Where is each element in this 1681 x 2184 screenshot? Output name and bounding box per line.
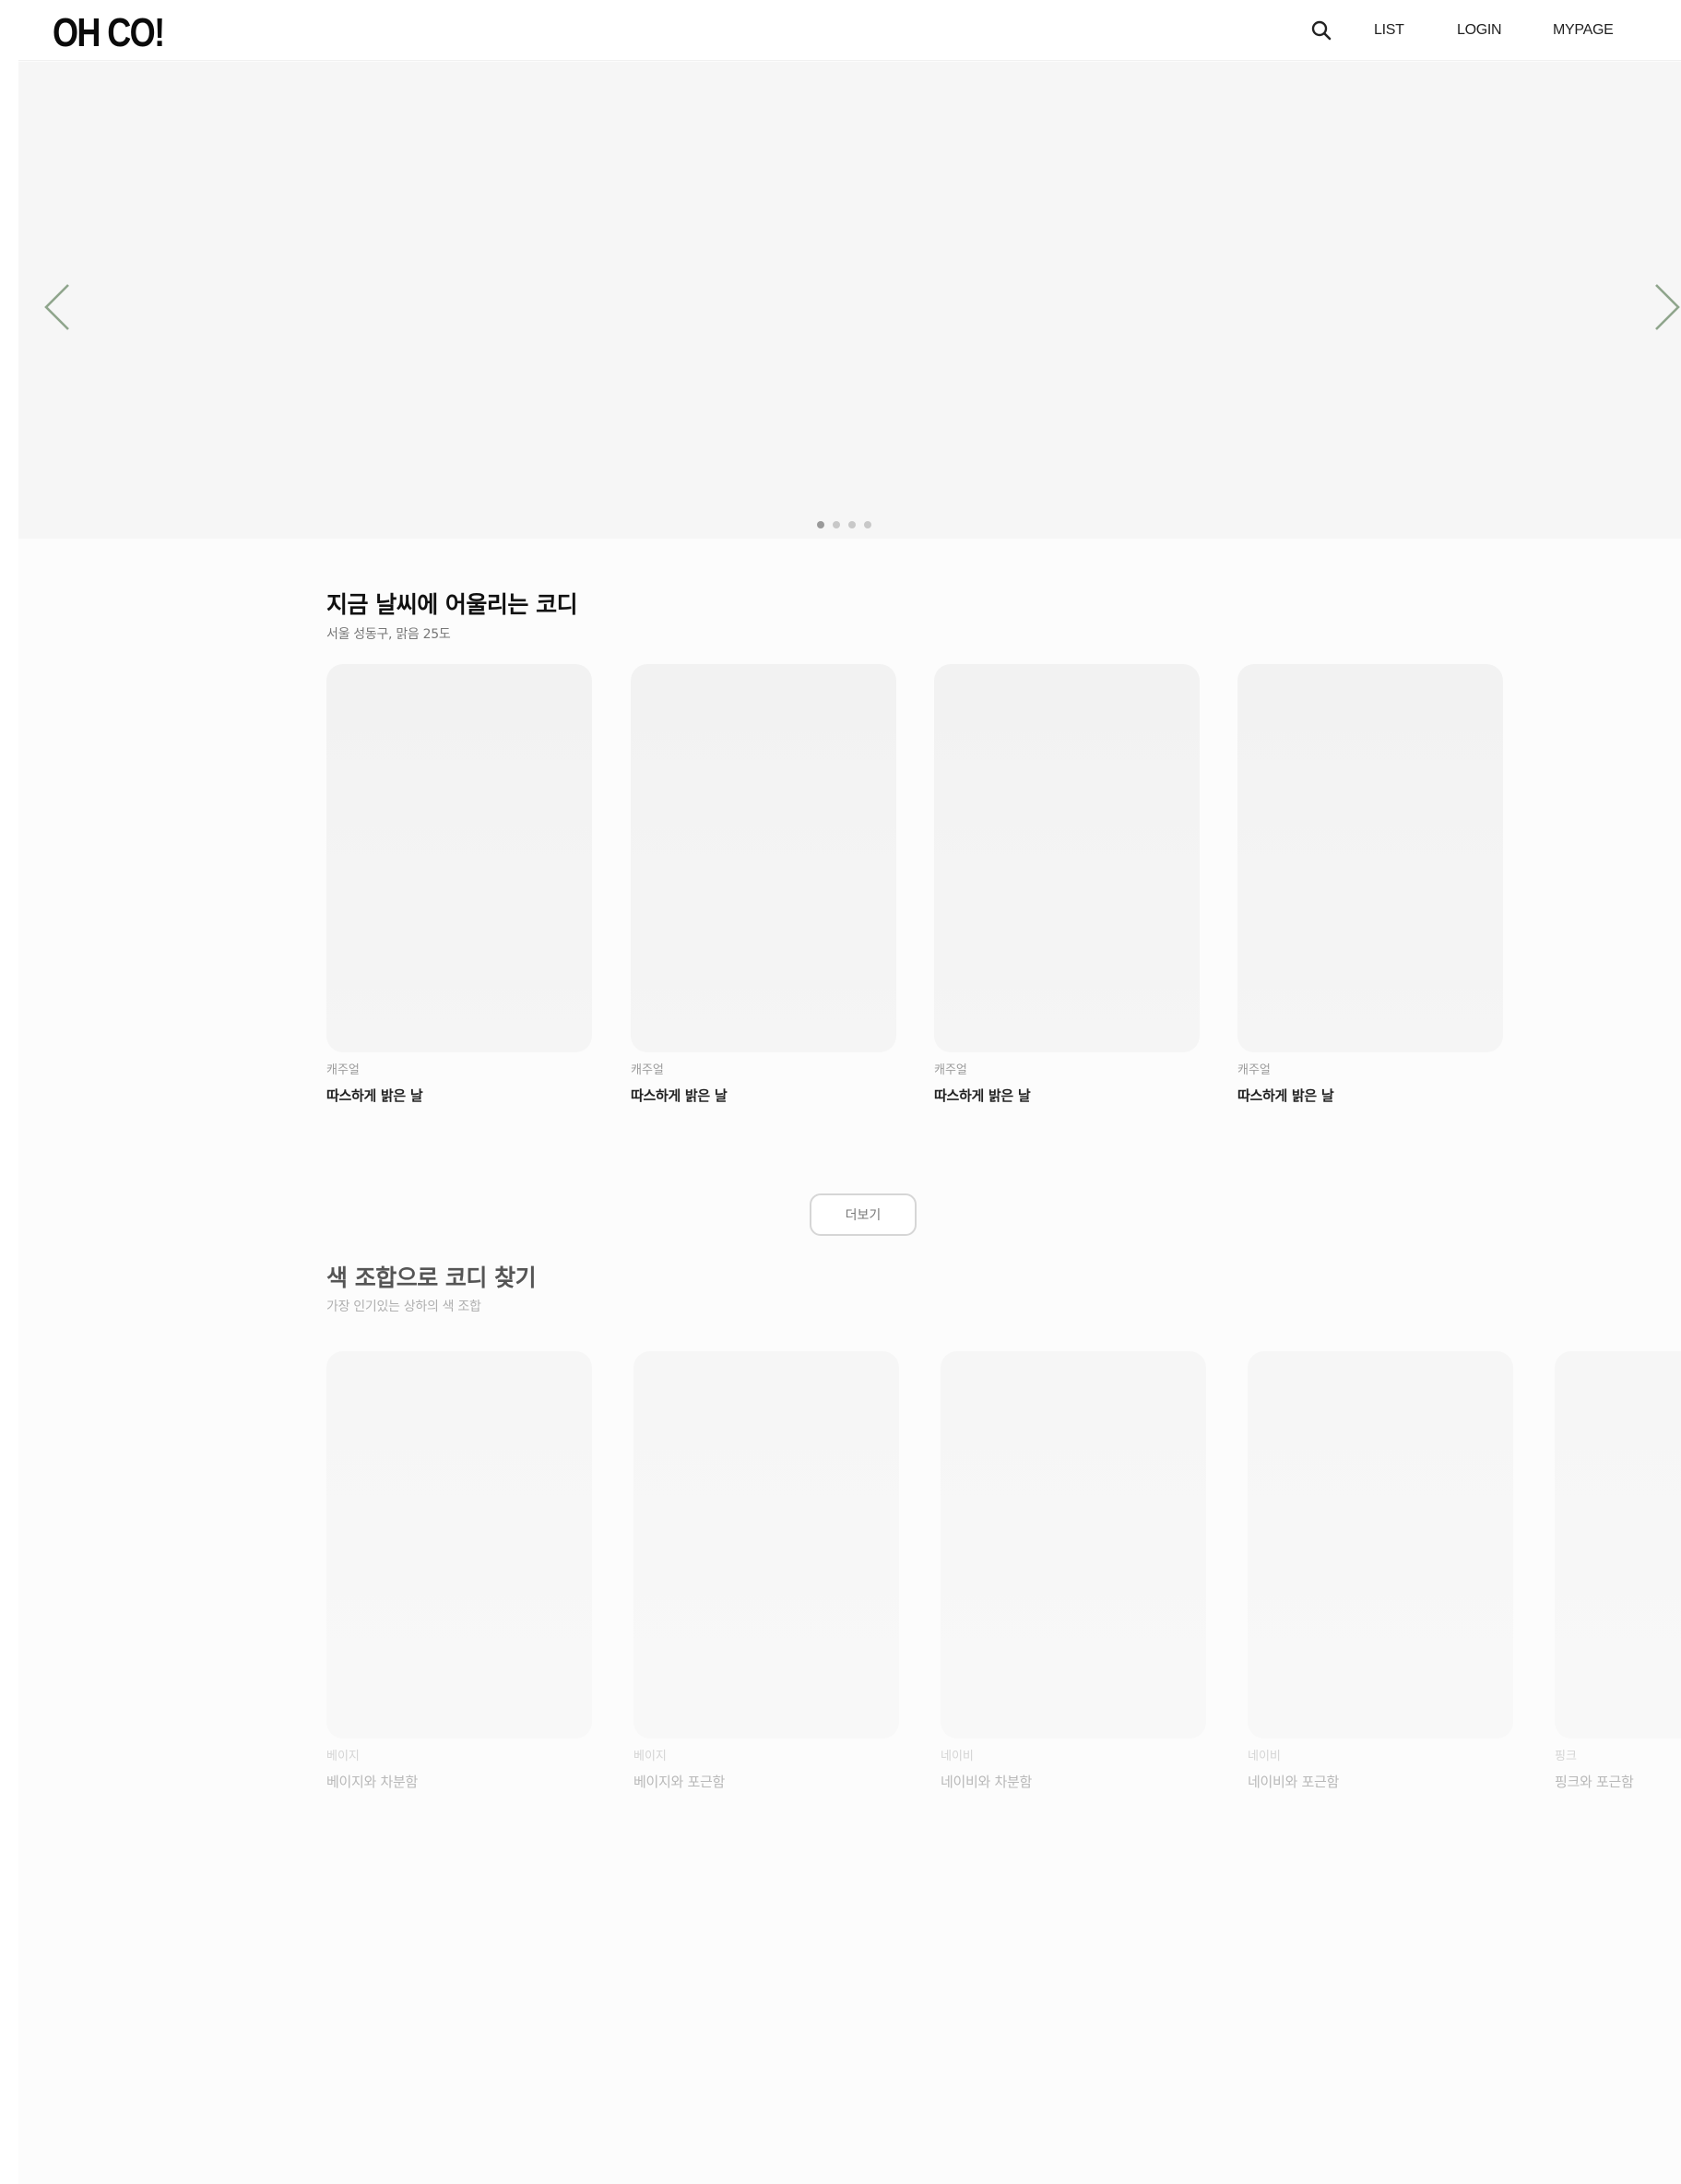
weather-card[interactable]: 캐주얼 따스하게 밝은 날 [326, 664, 592, 1104]
card-title: 베이지와 차분함 [326, 1774, 418, 1790]
card-category: 베이지 [633, 1750, 667, 1763]
more-button[interactable]: 더보기 [810, 1193, 917, 1236]
card-title: 따스하게 밝은 날 [631, 1087, 728, 1104]
card-title: 따스하게 밝은 날 [326, 1087, 423, 1104]
card-image[interactable] [1555, 1351, 1681, 1739]
card-image[interactable] [631, 664, 896, 1052]
carousel-dot[interactable] [864, 521, 871, 528]
card-title: 베이지와 포근함 [633, 1774, 725, 1790]
color-card[interactable]: 베이지 베이지와 차분함 [326, 1351, 592, 1790]
weather-section-title: 지금 날씨에 어울리는 코디 [326, 591, 578, 618]
card-image[interactable] [326, 1351, 592, 1739]
card-title: 따스하게 밝은 날 [934, 1087, 1031, 1104]
color-section-subtitle: 가장 인기있는 상하의 색 조합 [326, 1300, 481, 1314]
carousel-dots [817, 521, 871, 528]
color-section-title: 색 조합으로 코디 찾기 [326, 1264, 537, 1291]
color-card[interactable]: 베이지 베이지와 포근함 [633, 1351, 899, 1790]
card-category: 네이비 [941, 1750, 974, 1763]
card-title: 따스하게 밝은 날 [1237, 1087, 1334, 1104]
card-image[interactable] [633, 1351, 899, 1739]
carousel-dot[interactable] [817, 521, 824, 528]
card-category: 핑크 [1555, 1750, 1577, 1763]
carousel-dot[interactable] [848, 521, 856, 528]
card-category: 캐주얼 [1237, 1063, 1271, 1077]
search-icon[interactable] [1309, 18, 1333, 42]
carousel-dot[interactable] [833, 521, 840, 528]
weather-card[interactable]: 캐주얼 따스하게 밝은 날 [934, 664, 1200, 1104]
nav-login-link[interactable]: LOGIN [1457, 22, 1502, 39]
card-image[interactable] [1248, 1351, 1513, 1739]
nav-list-link[interactable]: LIST [1374, 22, 1404, 39]
weather-card[interactable]: 캐주얼 따스하게 밝은 날 [1237, 664, 1503, 1104]
card-title: 핑크와 포근함 [1555, 1774, 1634, 1790]
color-card[interactable]: 네이비 네이비와 차분함 [941, 1351, 1206, 1790]
weather-card[interactable]: 캐주얼 따스하게 밝은 날 [631, 664, 896, 1104]
hero-carousel [18, 62, 1681, 539]
carousel-prev-icon[interactable] [41, 281, 74, 333]
color-card[interactable]: 네이비 네이비와 포근함 [1248, 1351, 1513, 1790]
card-image[interactable] [934, 664, 1200, 1052]
card-category: 베이지 [326, 1750, 360, 1763]
carousel-next-icon[interactable] [1651, 281, 1681, 333]
site-header: OH CO! LIST LOGIN MYPAGE [18, 6, 1681, 61]
color-card[interactable]: 핑크 핑크와 포근함 [1555, 1351, 1681, 1790]
logo[interactable]: OH CO! [53, 8, 165, 58]
card-category: 네이비 [1248, 1750, 1281, 1763]
weather-section-subtitle: 서울 성동구, 맑음 25도 [326, 627, 451, 642]
card-title: 네이비와 차분함 [941, 1774, 1032, 1790]
card-category: 캐주얼 [934, 1063, 967, 1077]
card-title: 네이비와 포근함 [1248, 1774, 1339, 1790]
card-image[interactable] [941, 1351, 1206, 1739]
card-image[interactable] [1237, 664, 1503, 1052]
card-image[interactable] [326, 664, 592, 1052]
card-category: 캐주얼 [631, 1063, 664, 1077]
page: OH CO! LIST LOGIN MYPAGE 지금 날씨에 어울리는 코디 … [18, 6, 1681, 2184]
card-category: 캐주얼 [326, 1063, 360, 1077]
nav-mypage-link[interactable]: MYPAGE [1553, 22, 1614, 39]
